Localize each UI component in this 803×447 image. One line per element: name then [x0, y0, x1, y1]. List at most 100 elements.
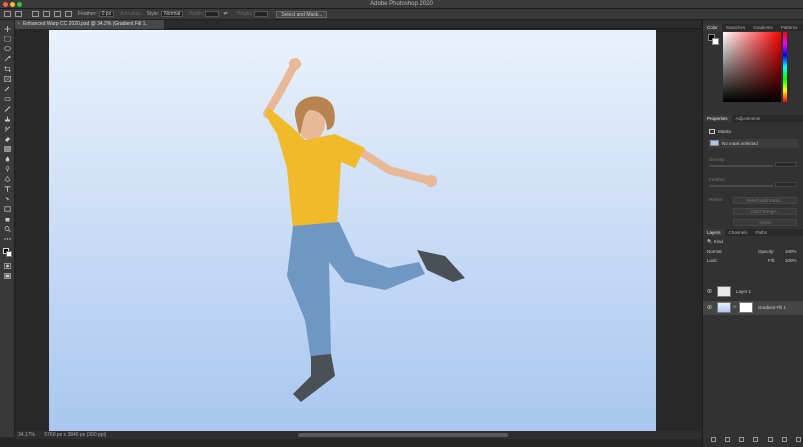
feather-input[interactable]	[775, 182, 797, 187]
gradient-fill-thumbnail	[717, 302, 731, 313]
quick-mask-icon[interactable]	[4, 263, 11, 269]
refine-label: Refine:	[709, 197, 724, 202]
filter-kind-select[interactable]: 🔍 Kind	[707, 239, 723, 245]
add-mask-icon[interactable]	[739, 437, 745, 442]
document-dimensions[interactable]: 5760 px x 3840 px (300 ppi)	[44, 432, 106, 438]
visibility-eye-icon[interactable]	[707, 289, 712, 293]
close-tab-icon[interactable]: ×	[17, 20, 20, 29]
blend-mode-select[interactable]: Normal	[707, 249, 722, 254]
density-slider[interactable]	[709, 165, 773, 167]
height-label: Height:	[236, 11, 253, 17]
path-selection-tool-icon[interactable]	[4, 196, 11, 202]
select-and-mask-button[interactable]: Select and Mask...	[276, 10, 328, 18]
layer-row[interactable]: ∞ Gradient Fill 1	[703, 301, 803, 315]
add-selection-icon[interactable]	[43, 11, 50, 17]
mask-selector[interactable]: No mask selected	[708, 139, 798, 148]
eraser-tool-icon[interactable]	[4, 136, 11, 142]
density-input[interactable]	[775, 162, 797, 167]
zoom-tool-icon[interactable]	[4, 226, 11, 232]
horizontal-scrollbar[interactable]	[298, 433, 508, 437]
type-tool-icon[interactable]	[4, 186, 11, 192]
feather-label: Feather:	[78, 11, 97, 17]
swap-dimensions-icon[interactable]: ⇄	[223, 11, 230, 17]
panel-background-swatch[interactable]	[712, 38, 719, 45]
tab-adjustments[interactable]: Adjustments	[732, 115, 765, 122]
brush-tool-icon[interactable]	[4, 106, 11, 112]
right-panel-dock: Color Swatches Gradients Patterns Proper…	[702, 20, 803, 447]
lock-label: Lock:	[707, 258, 718, 263]
clone-stamp-tool-icon[interactable]	[4, 116, 11, 122]
gradient-tool-icon[interactable]	[4, 146, 11, 152]
layer-name: Gradient Fill 1	[758, 305, 787, 310]
tools-panel	[0, 20, 15, 437]
masks-header: Masks	[709, 129, 731, 134]
quick-selection-tool-icon[interactable]	[4, 56, 11, 62]
layer-mask-thumbnail	[739, 302, 753, 313]
properties-panel-tabs: Properties Adjustments	[703, 115, 803, 122]
adjustment-layer-icon[interactable]	[753, 437, 759, 442]
tab-swatches[interactable]: Swatches	[722, 24, 750, 31]
screen-mode-icon[interactable]	[4, 273, 11, 279]
background-color-swatch[interactable]	[6, 251, 12, 257]
status-bar: 34.17% 5760 px x 3840 px (300 ppi)	[15, 431, 701, 439]
density-label: Density:	[709, 157, 726, 162]
fill-label: Fill:	[768, 258, 775, 263]
home-icon[interactable]	[4, 11, 11, 17]
title-bar: Adobe Photoshop 2020	[0, 0, 803, 9]
pen-tool-icon[interactable]	[4, 176, 11, 182]
feather-input[interactable]: 0 px	[98, 11, 115, 17]
subtract-selection-icon[interactable]	[54, 11, 61, 17]
intersect-selection-icon[interactable]	[65, 11, 72, 17]
move-tool-icon[interactable]	[4, 26, 11, 32]
new-group-icon[interactable]	[767, 437, 773, 442]
layer-row[interactable]: Layer 1	[703, 285, 803, 299]
visibility-eye-icon[interactable]	[707, 305, 712, 309]
hand-tool-icon[interactable]	[4, 216, 11, 222]
antialias-checkbox[interactable]: Anti-alias	[120, 11, 141, 17]
tab-gradients[interactable]: Gradients	[749, 24, 777, 31]
tab-properties[interactable]: Properties	[703, 115, 732, 122]
height-input[interactable]	[254, 11, 269, 17]
feather-slider[interactable]	[709, 185, 773, 187]
dodge-tool-icon[interactable]	[4, 166, 11, 172]
delete-layer-icon[interactable]	[795, 437, 801, 442]
options-bar: Feather: 0 px Anti-alias Style: Normal W…	[0, 9, 803, 20]
properties-panel: Masks No mask selected Density: Feather:…	[703, 123, 803, 231]
width-label: Width:	[189, 11, 204, 17]
zoom-level[interactable]: 34.17%	[18, 432, 35, 438]
frame-tool-icon[interactable]	[4, 76, 11, 82]
tab-color[interactable]: Color	[703, 24, 722, 31]
document-tab-bar: × Enhanced Warp CC 2020.psd @ 34.2% (Gra…	[15, 20, 701, 36]
tab-patterns[interactable]: Patterns	[777, 24, 802, 31]
more-tools-icon[interactable]	[4, 236, 11, 242]
marquee-tool-preset-icon[interactable]	[15, 11, 22, 17]
opacity-value[interactable]: 100%	[785, 249, 797, 254]
history-brush-tool-icon[interactable]	[4, 126, 11, 132]
color-picker-field[interactable]	[723, 32, 781, 102]
new-layer-icon[interactable]	[781, 437, 787, 442]
healing-brush-tool-icon[interactable]	[4, 96, 11, 102]
document-tab[interactable]: × Enhanced Warp CC 2020.psd @ 34.2% (Gra…	[15, 20, 165, 36]
lasso-tool-icon[interactable]	[4, 46, 11, 52]
width-input[interactable]	[205, 11, 220, 17]
link-layers-icon[interactable]	[711, 437, 716, 442]
crop-tool-icon[interactable]	[4, 66, 11, 72]
marquee-tool-icon[interactable]	[4, 36, 11, 42]
rectangle-tool-icon[interactable]	[4, 206, 11, 212]
style-select[interactable]: Normal	[161, 11, 184, 17]
invert-button[interactable]: Invert	[733, 219, 797, 226]
new-selection-icon[interactable]	[32, 11, 39, 17]
layer-style-icon[interactable]	[725, 437, 731, 442]
masks-label: Masks	[718, 129, 732, 134]
eyedropper-tool-icon[interactable]	[4, 86, 11, 92]
layer-name: Layer 1	[736, 289, 752, 294]
color-range-button[interactable]: Color Range...	[733, 208, 797, 215]
color-panel-tabs: Color Swatches Gradients Patterns	[703, 24, 803, 31]
canvas[interactable]	[49, 30, 656, 431]
blur-tool-icon[interactable]	[4, 156, 11, 162]
hue-slider[interactable]	[783, 32, 787, 102]
mask-thumbnail	[710, 140, 719, 146]
fill-value[interactable]: 100%	[785, 258, 797, 263]
select-and-mask-panel-button[interactable]: Select and Mask...	[733, 197, 797, 204]
mask-icon	[709, 129, 715, 134]
